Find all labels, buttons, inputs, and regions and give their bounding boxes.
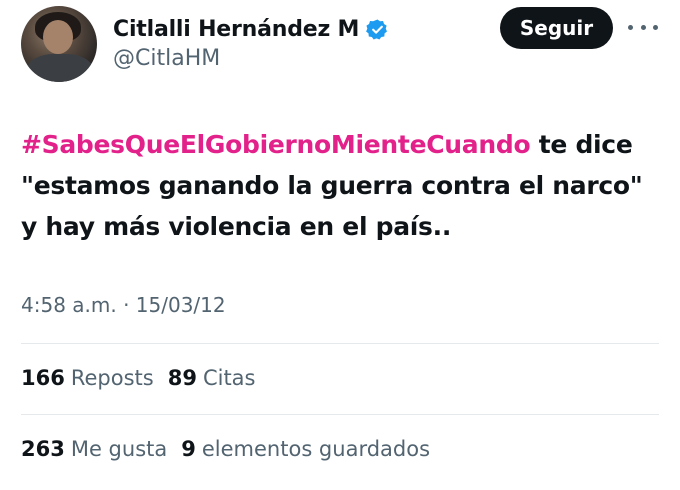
likes-count: 263 [21, 437, 65, 461]
quotes-count: 89 [167, 366, 197, 390]
like-stats-row: 263 Me gusta 9 elementos guardados [21, 437, 430, 461]
repost-stats-row: 166 Reposts 89 Citas [21, 366, 256, 390]
tweet-timestamp[interactable]: 4:58 a.m. · 15/03/12 [21, 293, 226, 317]
quotes-stat[interactable]: 89 Citas [168, 366, 256, 390]
likes-stat[interactable]: 263 Me gusta [21, 437, 167, 461]
author-name-row: Citlalli Hernández M [113, 14, 389, 44]
reposts-count: 166 [21, 366, 65, 390]
author-handle[interactable]: @CitlaHM [113, 46, 220, 71]
reposts-stat[interactable]: 166 Reposts [21, 366, 154, 390]
more-horizontal-icon[interactable] [628, 17, 658, 37]
avatar[interactable] [21, 6, 97, 82]
divider [21, 343, 659, 344]
divider [21, 414, 659, 415]
avatar-face-shape [43, 20, 73, 54]
follow-button[interactable]: Seguir [500, 7, 613, 49]
bookmarks-stat[interactable]: 9 elementos guardados [181, 437, 430, 461]
bookmarks-count: 9 [181, 437, 196, 461]
likes-label: Me gusta [70, 437, 168, 461]
quotes-label: Citas [202, 366, 256, 390]
avatar-body-shape [27, 54, 93, 82]
bookmarks-label: elementos guardados [201, 437, 431, 461]
tweet-text: #SabesQueElGobiernoMienteCuando te dice … [21, 124, 651, 247]
more-dot [640, 24, 646, 30]
more-dot [653, 24, 658, 30]
hashtag-link[interactable]: #SabesQueElGobiernoMienteCuando [21, 130, 531, 159]
more-dot [628, 24, 633, 30]
reposts-label: Reposts [70, 366, 154, 390]
author-display-name[interactable]: Citlalli Hernández M [113, 17, 359, 42]
verified-badge-icon [366, 18, 389, 41]
